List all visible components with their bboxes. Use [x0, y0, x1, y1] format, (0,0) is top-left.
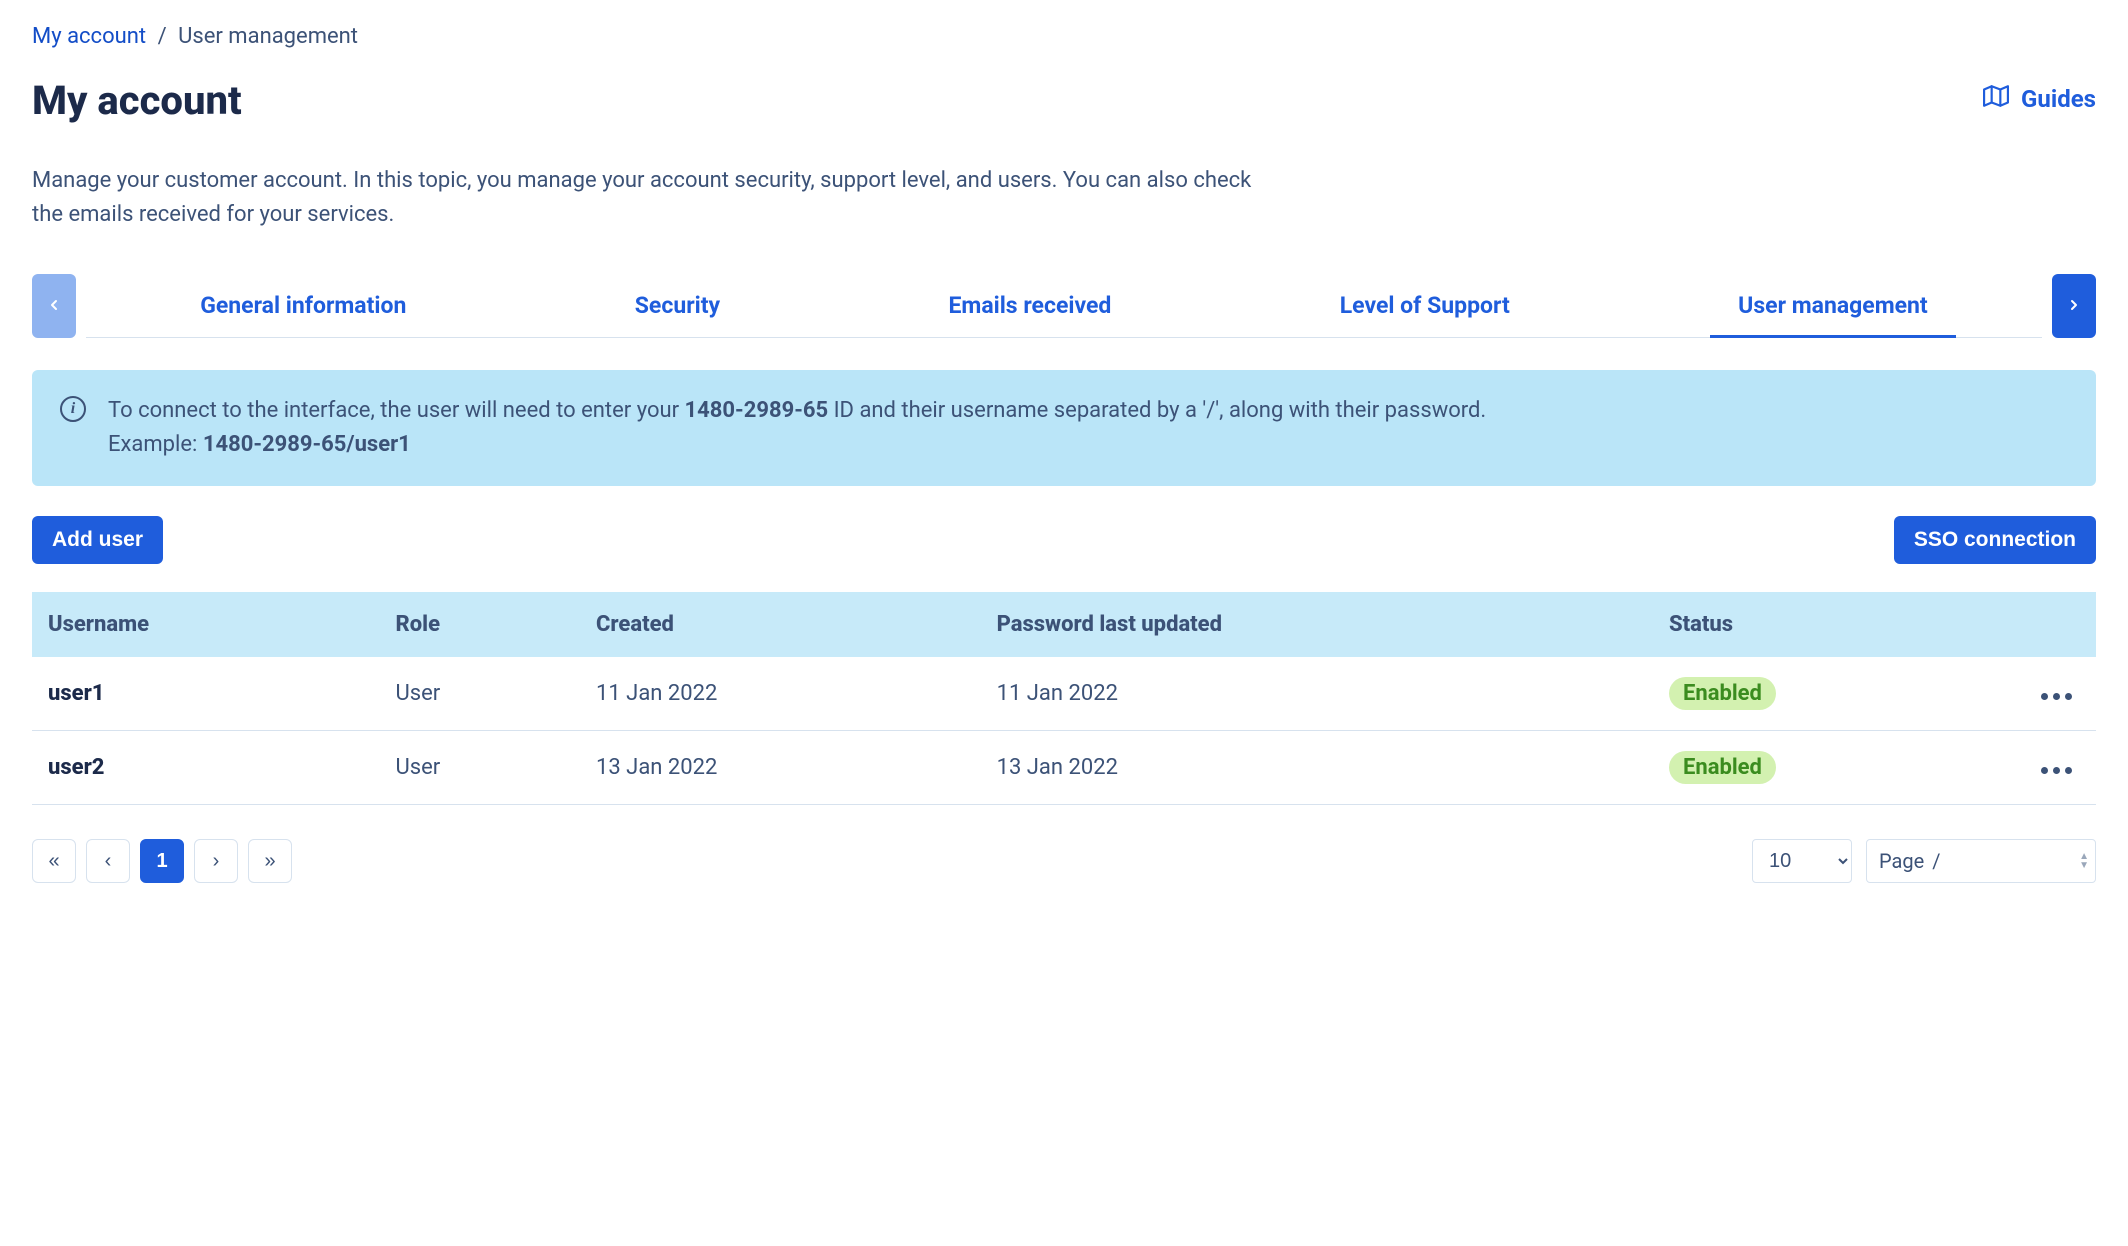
page-last-button[interactable]: »	[248, 839, 292, 883]
users-table: Username Role Created Password last upda…	[32, 592, 2096, 805]
col-username: Username	[32, 592, 380, 657]
status-badge: Enabled	[1669, 751, 1776, 784]
row-actions-menu[interactable]	[2041, 767, 2072, 774]
example-login: 1480-2989-65/user1	[203, 432, 411, 457]
cell-status: Enabled	[1653, 731, 2016, 805]
stepper-icon[interactable]: ▲▼	[2079, 852, 2089, 870]
tab-general-information[interactable]: General information	[172, 274, 434, 338]
tabs-scroll-left-button[interactable]	[32, 274, 76, 338]
cell-created: 13 Jan 2022	[580, 731, 981, 805]
status-badge: Enabled	[1669, 677, 1776, 710]
page-prev-button[interactable]: ‹	[86, 839, 130, 883]
breadcrumb: My account / User management	[32, 24, 2096, 49]
page-jump-input[interactable]: Page / ▲▼	[1866, 839, 2096, 883]
cell-status: Enabled	[1653, 657, 2016, 731]
col-role: Role	[380, 592, 580, 657]
guides-label: Guides	[2021, 85, 2096, 113]
col-actions	[2016, 592, 2096, 657]
tabs-scroll-right-button[interactable]	[2052, 274, 2096, 338]
table-row: user1 User 11 Jan 2022 11 Jan 2022 Enabl…	[32, 657, 2096, 731]
cell-username: user1	[32, 657, 380, 731]
col-password-updated: Password last updated	[981, 592, 1653, 657]
cell-username: user2	[32, 731, 380, 805]
map-icon	[1983, 83, 2009, 115]
info-banner: i To connect to the interface, the user …	[32, 370, 2096, 486]
account-id: 1480-2989-65	[685, 398, 829, 423]
chevron-right-icon	[2066, 297, 2082, 316]
page-subtitle: Manage your customer account. In this to…	[32, 164, 1272, 232]
breadcrumb-current: User management	[178, 24, 358, 49]
info-message: To connect to the interface, the user wi…	[108, 394, 1486, 462]
page-1-button[interactable]: 1	[140, 839, 184, 883]
col-status: Status	[1653, 592, 2016, 657]
cell-role: User	[380, 731, 580, 805]
cell-created: 11 Jan 2022	[580, 657, 981, 731]
page-title: My account	[32, 77, 242, 124]
tabs: General information Security Emails rece…	[86, 274, 2042, 338]
page-next-button[interactable]: ›	[194, 839, 238, 883]
guides-link[interactable]: Guides	[1983, 83, 2096, 115]
cell-role: User	[380, 657, 580, 731]
table-row: user2 User 13 Jan 2022 13 Jan 2022 Enabl…	[32, 731, 2096, 805]
chevron-left-icon	[46, 297, 62, 316]
pager: « ‹ 1 › »	[32, 839, 292, 883]
cell-password-updated: 11 Jan 2022	[981, 657, 1653, 731]
breadcrumb-separator: /	[158, 24, 167, 49]
sso-connection-button[interactable]: SSO connection	[1894, 516, 2096, 564]
col-created: Created	[580, 592, 981, 657]
page-label: Page	[1879, 849, 1924, 873]
page-separator: /	[1932, 849, 1940, 873]
tab-user-management[interactable]: User management	[1710, 274, 1956, 338]
add-user-button[interactable]: Add user	[32, 516, 163, 564]
row-actions-menu[interactable]	[2041, 693, 2072, 700]
cell-password-updated: 13 Jan 2022	[981, 731, 1653, 805]
tab-security[interactable]: Security	[607, 274, 748, 338]
breadcrumb-root[interactable]: My account	[32, 24, 146, 49]
tab-level-of-support[interactable]: Level of Support	[1312, 274, 1538, 338]
info-icon: i	[60, 396, 86, 422]
page-first-button[interactable]: «	[32, 839, 76, 883]
page-size-select[interactable]: 10	[1752, 839, 1852, 883]
tab-emails-received[interactable]: Emails received	[920, 274, 1139, 338]
